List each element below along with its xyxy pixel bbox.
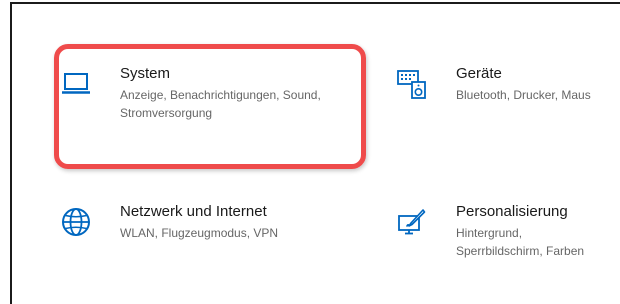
laptop-icon [56,64,96,104]
tile-network-description: WLAN, Flugzeugmodus, VPN [120,226,279,240]
tile-network[interactable]: Netzwerk und Internet WLAN, Flugzeugmodu… [56,202,278,242]
tile-system-description: Anzeige, Benachrichtigungen, Sound, Stro… [120,88,321,120]
globe-icon [56,202,96,242]
tile-devices-description: Bluetooth, Drucker, Maus [456,88,591,102]
devices-icon [392,64,432,104]
personalization-icon [392,202,432,242]
tile-personalization[interactable]: Personalisierung Hintergrund, Sperrbilds… [392,202,596,260]
tile-personalization-description: Hintergrund, Sperrbildschirm, Farben [456,226,585,258]
tile-devices-title: Geräte [456,65,502,82]
tile-personalization-title: Personalisierung [456,203,568,220]
tile-network-title: Netzwerk und Internet [120,203,267,220]
tile-system[interactable]: System Anzeige, Benachrichtigungen, Soun… [56,64,330,122]
settings-window-frame: System Anzeige, Benachrichtigungen, Soun… [10,2,620,304]
tile-devices[interactable]: Geräte Bluetooth, Drucker, Maus [392,64,591,104]
tile-system-title: System [120,65,171,82]
